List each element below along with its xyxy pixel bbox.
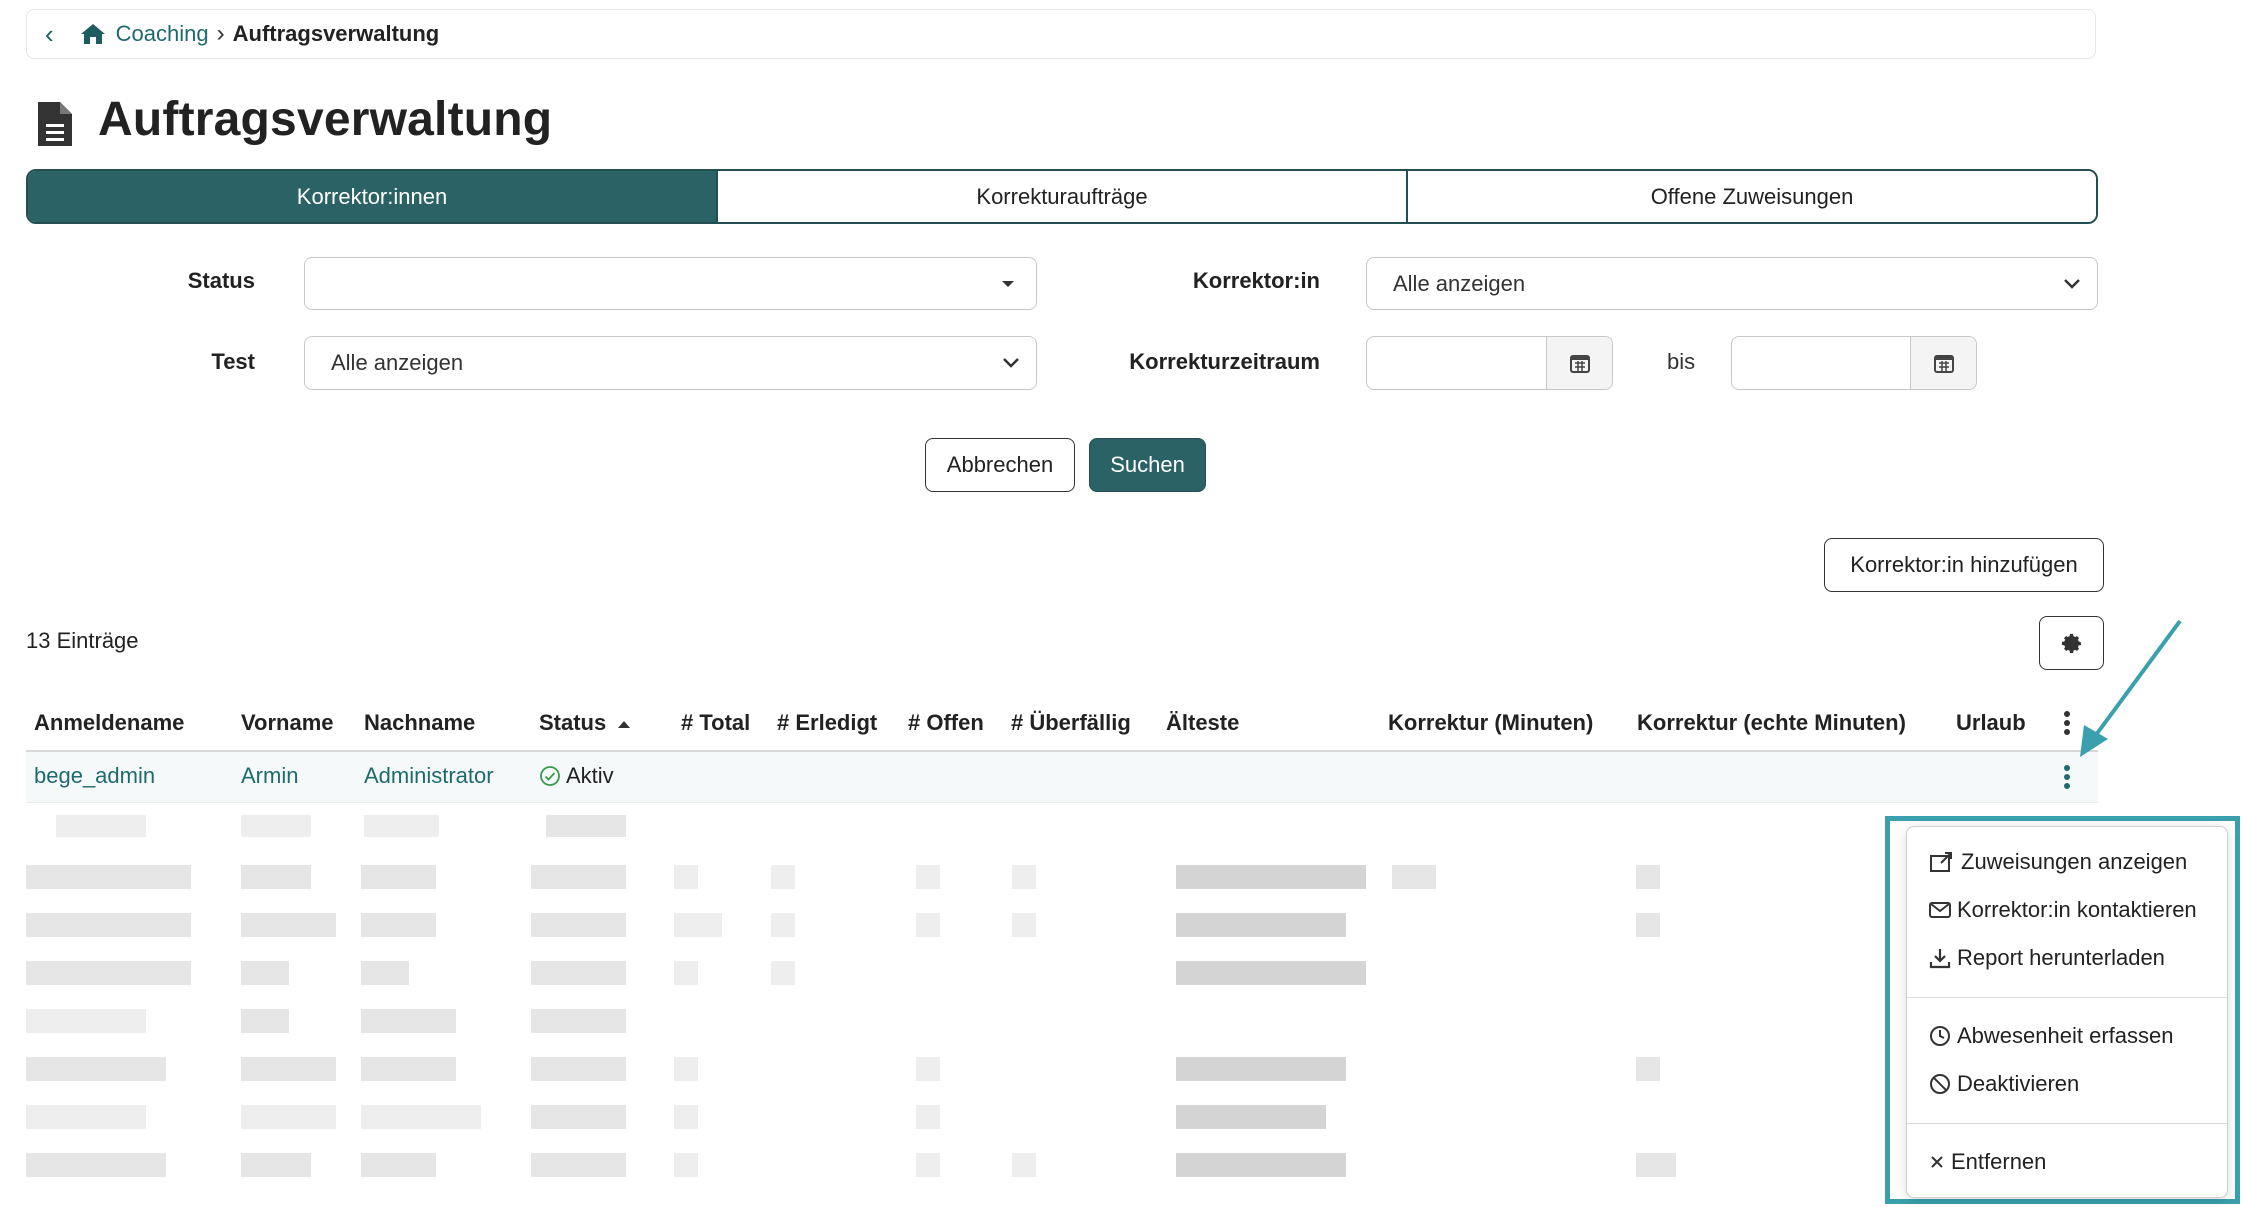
breadcrumb-current: Auftragsverwaltung <box>232 21 440 46</box>
menu-item-label: Korrektor:in kontaktieren <box>1957 897 2197 922</box>
korrektor-label: Korrektor:in <box>1192 268 1320 293</box>
col-urlaub[interactable]: Urlaub <box>1956 710 2026 736</box>
menu-item-report[interactable]: Report herunterladen <box>1929 945 2165 971</box>
menu-item-deaktivieren[interactable]: Deaktivieren <box>1929 1071 2079 1097</box>
tab-offene-zuweisungen[interactable]: Offene Zuweisungen <box>1406 171 2096 222</box>
korrektor-select-value: Alle anzeigen <box>1393 270 1526 296</box>
col-ueberfaellig[interactable]: # Überfällig <box>1011 710 1131 736</box>
row-action-menu: Zuweisungen anzeigen Korrektor:in kontak… <box>1906 826 2228 1198</box>
sort-up-icon <box>618 721 631 729</box>
tab-korrektorinnen[interactable]: Korrektor:innen <box>28 171 716 222</box>
menu-item-label: Report herunterladen <box>1957 945 2165 970</box>
menu-item-entfernen[interactable]: Entfernen <box>1929 1149 2046 1175</box>
blurred-rows <box>26 815 1726 1205</box>
menu-divider <box>1907 1123 2227 1124</box>
calendar-icon[interactable] <box>1546 337 1612 389</box>
document-icon <box>38 102 72 146</box>
close-icon <box>1931 1156 1943 1168</box>
menu-item-label: Entfernen <box>1951 1149 2047 1174</box>
row-vorname[interactable]: Armin <box>241 763 298 789</box>
row-status: Aktiv <box>539 763 614 789</box>
calendar-icon[interactable] <box>1910 337 1976 389</box>
col-status-label: Status <box>539 710 607 735</box>
col-erledigt[interactable]: # Erledigt <box>777 710 877 736</box>
breadcrumb-link-coaching[interactable]: Coaching <box>116 21 209 47</box>
date-to-input[interactable] <box>1732 337 1910 389</box>
clock-icon <box>1930 1026 1950 1046</box>
cancel-button[interactable]: Abbrechen <box>925 438 1075 492</box>
breadcrumb: ‹ Coaching › Auftragsverwaltung <box>26 9 2096 59</box>
download-icon <box>1929 949 1951 969</box>
col-vorname[interactable]: Vorname <box>241 710 334 736</box>
date-from-field[interactable] <box>1366 336 1613 390</box>
search-button[interactable]: Suchen <box>1089 438 1206 492</box>
chevron-down-icon <box>1003 358 1019 368</box>
row-anmeldename[interactable]: bege_admin <box>34 763 155 789</box>
home-icon[interactable] <box>80 23 106 45</box>
external-link-icon <box>1930 852 1952 872</box>
entries-count: 13 Einträge <box>26 628 139 653</box>
korrektor-select[interactable]: Alle anzeigen <box>1366 257 2098 310</box>
ban-icon <box>1930 1074 1950 1094</box>
col-korrektur-minuten[interactable]: Korrektur (Minuten) <box>1388 710 1593 736</box>
menu-item-zuweisungen[interactable]: Zuweisungen anzeigen <box>1929 849 2187 875</box>
caret-down-icon <box>1002 280 1014 287</box>
date-from-input[interactable] <box>1367 337 1546 389</box>
status-select[interactable] <box>304 257 1037 310</box>
tab-korrekturauftraege[interactable]: Korrekturaufträge <box>716 171 1406 222</box>
tab-bar: Korrektor:innen Korrekturaufträge Offene… <box>26 169 2098 224</box>
page-title: Auftragsverwaltung <box>98 93 553 146</box>
col-aelteste[interactable]: Älteste <box>1166 710 1239 736</box>
col-status[interactable]: Status <box>539 710 632 736</box>
menu-item-label: Deaktivieren <box>1957 1071 2080 1096</box>
chevron-right-icon: › <box>216 20 225 47</box>
row-status-label: Aktiv <box>566 763 614 788</box>
test-select-value: Alle anzeigen <box>331 350 464 375</box>
menu-item-label: Abwesenheit erfassen <box>1957 1023 2174 1048</box>
row-kebab-menu-icon[interactable] <box>2062 764 2072 790</box>
menu-item-label: Zuweisungen anzeigen <box>1961 849 2188 874</box>
chevron-down-icon <box>2064 278 2080 289</box>
envelope-icon <box>1929 902 1951 918</box>
test-label: Test <box>211 349 255 374</box>
annotation-arrow-icon <box>2080 619 2182 757</box>
row-divider <box>26 802 2098 803</box>
check-circle-icon <box>540 766 560 786</box>
col-offen[interactable]: # Offen <box>908 710 984 736</box>
date-to-field[interactable] <box>1731 336 1977 390</box>
korrekturzeitraum-label: Korrekturzeitraum <box>1129 349 1320 374</box>
menu-divider <box>1907 997 2227 998</box>
table-row[interactable] <box>26 752 2098 802</box>
col-nachname[interactable]: Nachname <box>364 710 475 736</box>
add-korrektor-button[interactable]: Korrektor:in hinzufügen <box>1824 538 2104 592</box>
menu-item-abwesenheit[interactable]: Abwesenheit erfassen <box>1929 1023 2173 1049</box>
menu-item-kontaktieren[interactable]: Korrektor:in kontaktieren <box>1929 897 2197 923</box>
row-nachname[interactable]: Administrator <box>364 763 494 789</box>
chevron-left-icon[interactable]: ‹ <box>45 19 54 50</box>
col-anmeldename[interactable]: Anmeldename <box>34 710 184 736</box>
bis-label: bis <box>1667 349 1696 374</box>
col-korrektur-echte-minuten[interactable]: Korrektur (echte Minuten) <box>1637 710 1906 736</box>
col-total[interactable]: # Total <box>681 710 750 736</box>
test-select[interactable]: Alle anzeigen <box>304 336 1037 390</box>
status-label: Status <box>187 268 255 293</box>
